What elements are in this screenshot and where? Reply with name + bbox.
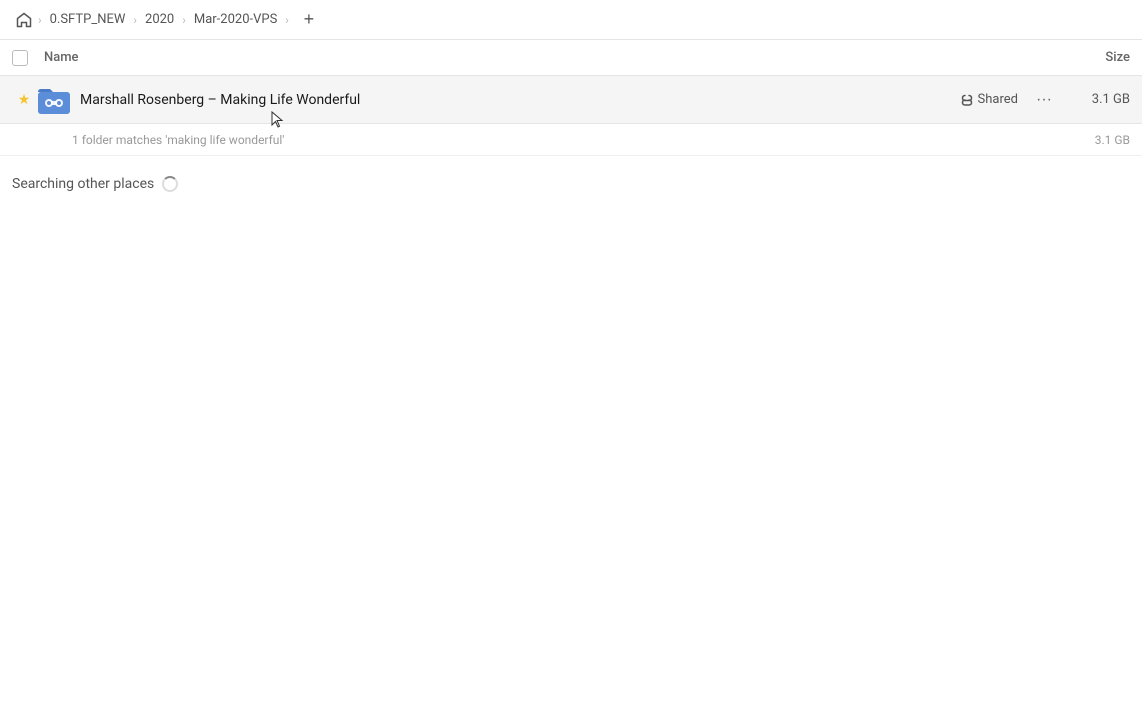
searching-section: Searching other places bbox=[0, 156, 1142, 212]
match-info-row: 1 folder matches 'making life wonderful'… bbox=[0, 124, 1142, 156]
searching-text: Searching other places bbox=[12, 176, 154, 192]
file-name: Marshall Rosenberg – Making Life Wonderf… bbox=[80, 92, 960, 108]
chevron-icon-3: › bbox=[182, 13, 186, 27]
breadcrumb-mar2020vps[interactable]: Mar-2020-VPS bbox=[188, 8, 283, 31]
name-column-header: Name bbox=[44, 50, 1050, 65]
more-options-button[interactable]: ··· bbox=[1030, 86, 1058, 114]
chevron-icon-2: › bbox=[133, 13, 137, 27]
file-size: 3.1 GB bbox=[1070, 92, 1130, 107]
chevron-icon-4: › bbox=[285, 13, 289, 27]
match-info-text: 1 folder matches 'making life wonderful' bbox=[72, 133, 1070, 147]
folder-icon bbox=[36, 82, 72, 118]
match-info-size: 3.1 GB bbox=[1070, 133, 1130, 147]
chevron-icon-1: › bbox=[38, 13, 42, 27]
loading-spinner bbox=[162, 176, 178, 192]
shared-badge: Shared bbox=[960, 92, 1018, 107]
home-breadcrumb[interactable] bbox=[12, 8, 36, 32]
select-all-checkbox[interactable] bbox=[12, 50, 28, 66]
add-breadcrumb-button[interactable]: + bbox=[295, 6, 323, 34]
file-row[interactable]: ★ Marshall Rosenberg – Making Life Wonde… bbox=[0, 76, 1142, 124]
column-header: Name Size bbox=[0, 40, 1142, 76]
size-column-header: Size bbox=[1050, 50, 1130, 65]
breadcrumb-bar: › 0.SFTP_NEW › 2020 › Mar-2020-VPS › + bbox=[0, 0, 1142, 40]
header-checkbox-area bbox=[12, 50, 44, 66]
star-icon[interactable]: ★ bbox=[12, 92, 36, 108]
breadcrumb-0sftp[interactable]: 0.SFTP_NEW bbox=[44, 8, 132, 31]
breadcrumb-2020[interactable]: 2020 bbox=[139, 8, 180, 31]
